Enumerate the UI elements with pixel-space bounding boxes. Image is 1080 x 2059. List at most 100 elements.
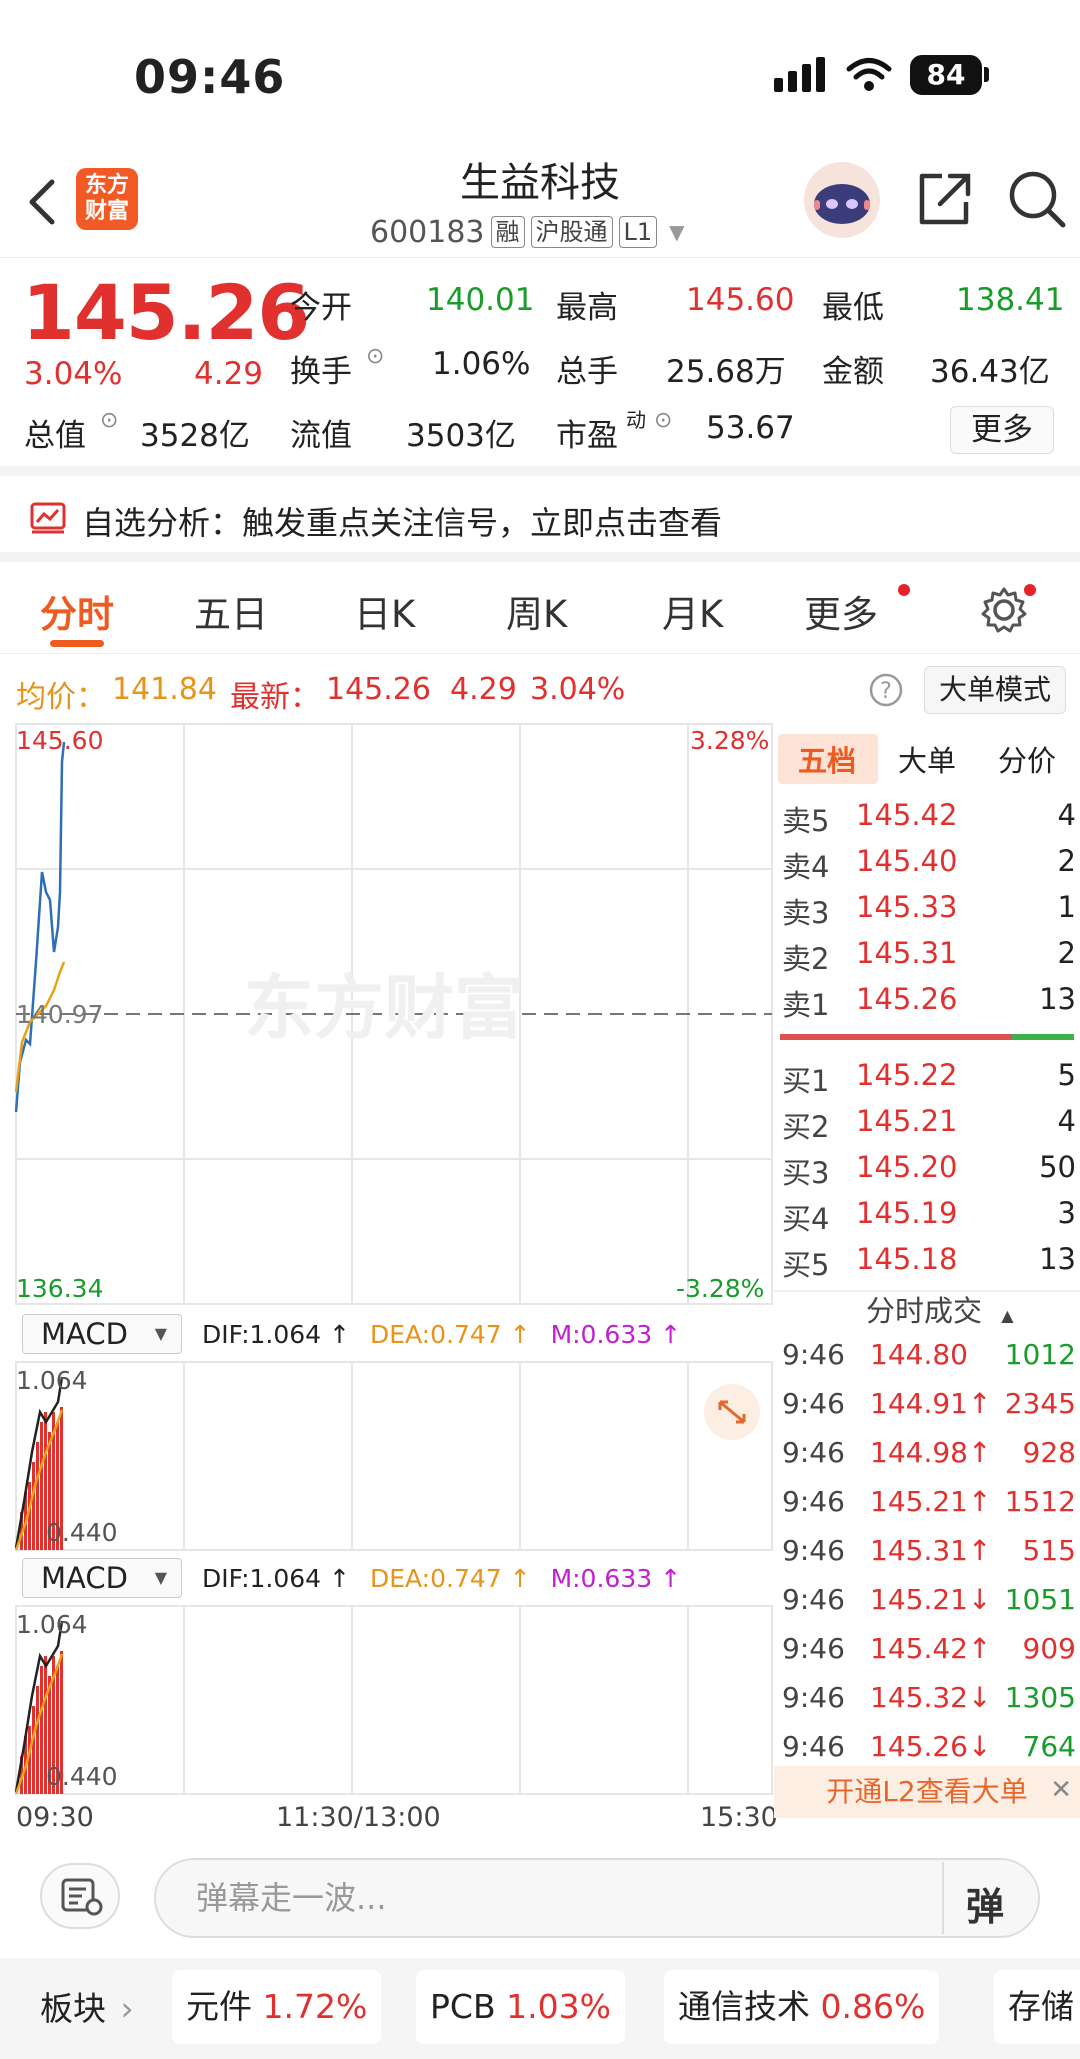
tab-five-day[interactable]: 五日 — [194, 584, 268, 638]
bid-row-4: 买4 145.19 3 — [782, 1192, 1080, 1238]
trade-volume: 909 — [1022, 1632, 1076, 1665]
sector-name: 存储 — [1008, 1987, 1074, 2026]
bid-price: 145.21 — [856, 1104, 958, 1138]
danmaku-input[interactable]: 弹幕走一波... — [154, 1858, 1040, 1938]
tab-week-k[interactable]: 周K — [506, 584, 567, 638]
more-quote-button[interactable]: 更多 — [950, 406, 1054, 454]
close-icon[interactable]: ✕ — [1050, 1764, 1072, 1816]
market-cap-value: 3528亿 — [140, 418, 250, 454]
macd-select-2[interactable]: MACD ▼ — [22, 1558, 182, 1598]
open-value: 140.01 — [426, 282, 535, 318]
bid-label: 买1 — [782, 1064, 830, 1098]
macd-select-1[interactable]: MACD ▼ — [22, 1314, 182, 1354]
tab-more[interactable]: 更多 — [804, 584, 878, 638]
macd-dif: DIF:1.064 ↑ — [202, 1563, 350, 1593]
notification-dot — [1024, 584, 1036, 596]
danmaku-toggle-button[interactable]: 弹 — [966, 1876, 1004, 1931]
tab-intraday[interactable]: 分时 — [40, 584, 114, 638]
ask-row-5: 卖5 145.42 4 — [782, 794, 1080, 840]
big-order-mode-button[interactable]: 大单模式 — [924, 666, 1066, 714]
macd-max-1: 1.064 — [16, 1366, 88, 1395]
info-dots-icon[interactable]: ⊙ — [366, 344, 384, 369]
battery-tip — [984, 67, 989, 82]
current-price: 145.26 — [22, 268, 310, 357]
help-icon[interactable]: ? — [868, 672, 904, 708]
caret-up-icon: ▲ — [1001, 1306, 1014, 1325]
share-icon[interactable] — [916, 170, 974, 228]
info-dots-icon[interactable]: ⊙ — [654, 408, 672, 433]
sector-chip[interactable]: PCB 1.03% — [416, 1970, 625, 2044]
trades-title[interactable]: 分时成交 ▲ — [866, 1288, 1014, 1330]
trade-time: 9:46 — [782, 1632, 845, 1665]
ask-volume: 4 — [1057, 798, 1076, 832]
intraday-chart[interactable]: 东方财富 — [0, 722, 774, 1802]
float-cap-value: 3503亿 — [406, 418, 516, 454]
back-arrow-icon[interactable] — [26, 178, 58, 226]
analysis-banner[interactable]: 自选分析：触发重点关注信号，立即点击查看 — [0, 476, 1080, 562]
search-icon[interactable] — [1006, 168, 1068, 230]
l2-upgrade-banner[interactable]: 开通L2查看大单 ✕ — [774, 1766, 1080, 1818]
change-percent: 3.04% — [24, 356, 123, 392]
trade-time: 9:46 — [782, 1338, 845, 1371]
tab-five-levels[interactable]: 五档 — [798, 738, 856, 780]
chevron-right-icon: › — [120, 1989, 134, 2028]
ask-row-3: 卖3 145.33 1 — [782, 886, 1080, 932]
trade-volume: 764 — [1022, 1730, 1076, 1763]
trade-price: 145.31↑ — [870, 1534, 992, 1567]
bid-volume: 3 — [1057, 1196, 1076, 1230]
divider — [942, 1862, 944, 1934]
ask-label: 卖2 — [782, 942, 830, 976]
trade-volume: 1512 — [1004, 1485, 1076, 1518]
bid-row-2: 买2 145.21 4 — [782, 1100, 1080, 1146]
status-time: 09:46 — [134, 50, 286, 104]
trade-price: 145.32↓ — [870, 1681, 992, 1714]
ask-label: 卖5 — [782, 804, 830, 838]
market-cap-label: 总值 — [24, 418, 86, 454]
bid-volume: 5 — [1057, 1058, 1076, 1092]
app-logo-text: 东方财富 — [84, 173, 129, 224]
tab-big-orders[interactable]: 大单 — [898, 738, 956, 780]
svg-text:?: ? — [880, 679, 892, 704]
ask-price: 145.33 — [856, 890, 958, 924]
sector-label-text: 板块 — [40, 1989, 106, 2028]
trade-price: 144.98↑ — [870, 1436, 992, 1469]
tab-day-k[interactable]: 日K — [354, 584, 415, 638]
sector-label[interactable]: 板块 › — [40, 1982, 134, 2030]
ask-price: 145.40 — [856, 844, 958, 878]
trade-volume: 1305 — [1004, 1681, 1076, 1714]
connect-tag: 沪股通 — [530, 216, 613, 248]
bid-volume: 4 — [1057, 1104, 1076, 1138]
sector-chip[interactable]: 通信技术 0.86% — [664, 1970, 940, 2044]
sector-bar: 板块 › 元件 1.72% PCB 1.03% 通信技术 0.86% 存储 — [0, 1958, 1080, 2059]
chart-mid-price: 140.97 — [16, 1000, 104, 1029]
battery-indicator: 84 — [910, 55, 982, 95]
caret-down-icon: ▼ — [154, 1568, 167, 1587]
ask-row-4: 卖4 145.40 2 — [782, 840, 1080, 886]
ask-volume: 2 — [1057, 936, 1076, 970]
bid-label: 买3 — [782, 1156, 830, 1190]
sector-chip[interactable]: 元件 1.72% — [172, 1970, 382, 2044]
ask-label: 卖3 — [782, 896, 830, 930]
tab-price-distribution[interactable]: 分价 — [998, 738, 1056, 780]
trade-price: 144.91↑ — [870, 1387, 992, 1420]
bid-row-5: 买5 145.18 13 — [782, 1238, 1080, 1284]
trade-row: 9:46 144.91↑ 2345 — [782, 1383, 1080, 1431]
robot-assistant-icon[interactable] — [800, 160, 884, 240]
ask-volume: 2 — [1057, 844, 1076, 878]
trade-time: 9:46 — [782, 1534, 845, 1567]
order-book: 五档 大单 分价 卖5 145.42 4 卖4 145.40 2 卖3 145.33 1 卖… — [774, 722, 1080, 1822]
bid-label: 买2 — [782, 1110, 830, 1144]
volume-value: 25.68万 — [666, 354, 786, 390]
sector-chip[interactable]: 存储 — [994, 1970, 1080, 2044]
macd-max-2: 1.064 — [16, 1610, 88, 1639]
stock-code-row[interactable]: 600183 融 沪股通 L1 ▼ — [370, 214, 685, 250]
ask-price: 145.42 — [856, 798, 958, 832]
tab-month-k[interactable]: 月K — [662, 584, 723, 638]
danmaku-settings-button[interactable] — [40, 1863, 120, 1929]
stock-header: 东方财富 生益科技 600183 融 沪股通 L1 ▼ — [0, 140, 1080, 258]
gear-icon[interactable] — [980, 586, 1028, 634]
macd-indicator-bar-1: MACD ▼ DIF:1.064 ↑ DEA:0.747 ↑ M:0.633 ↑ — [16, 1310, 804, 1358]
danmaku-bar: 弹幕走一波... 弹 — [0, 1828, 1080, 1958]
info-dots-icon[interactable]: ⊙ — [100, 408, 118, 433]
bid-price: 145.22 — [856, 1058, 958, 1092]
